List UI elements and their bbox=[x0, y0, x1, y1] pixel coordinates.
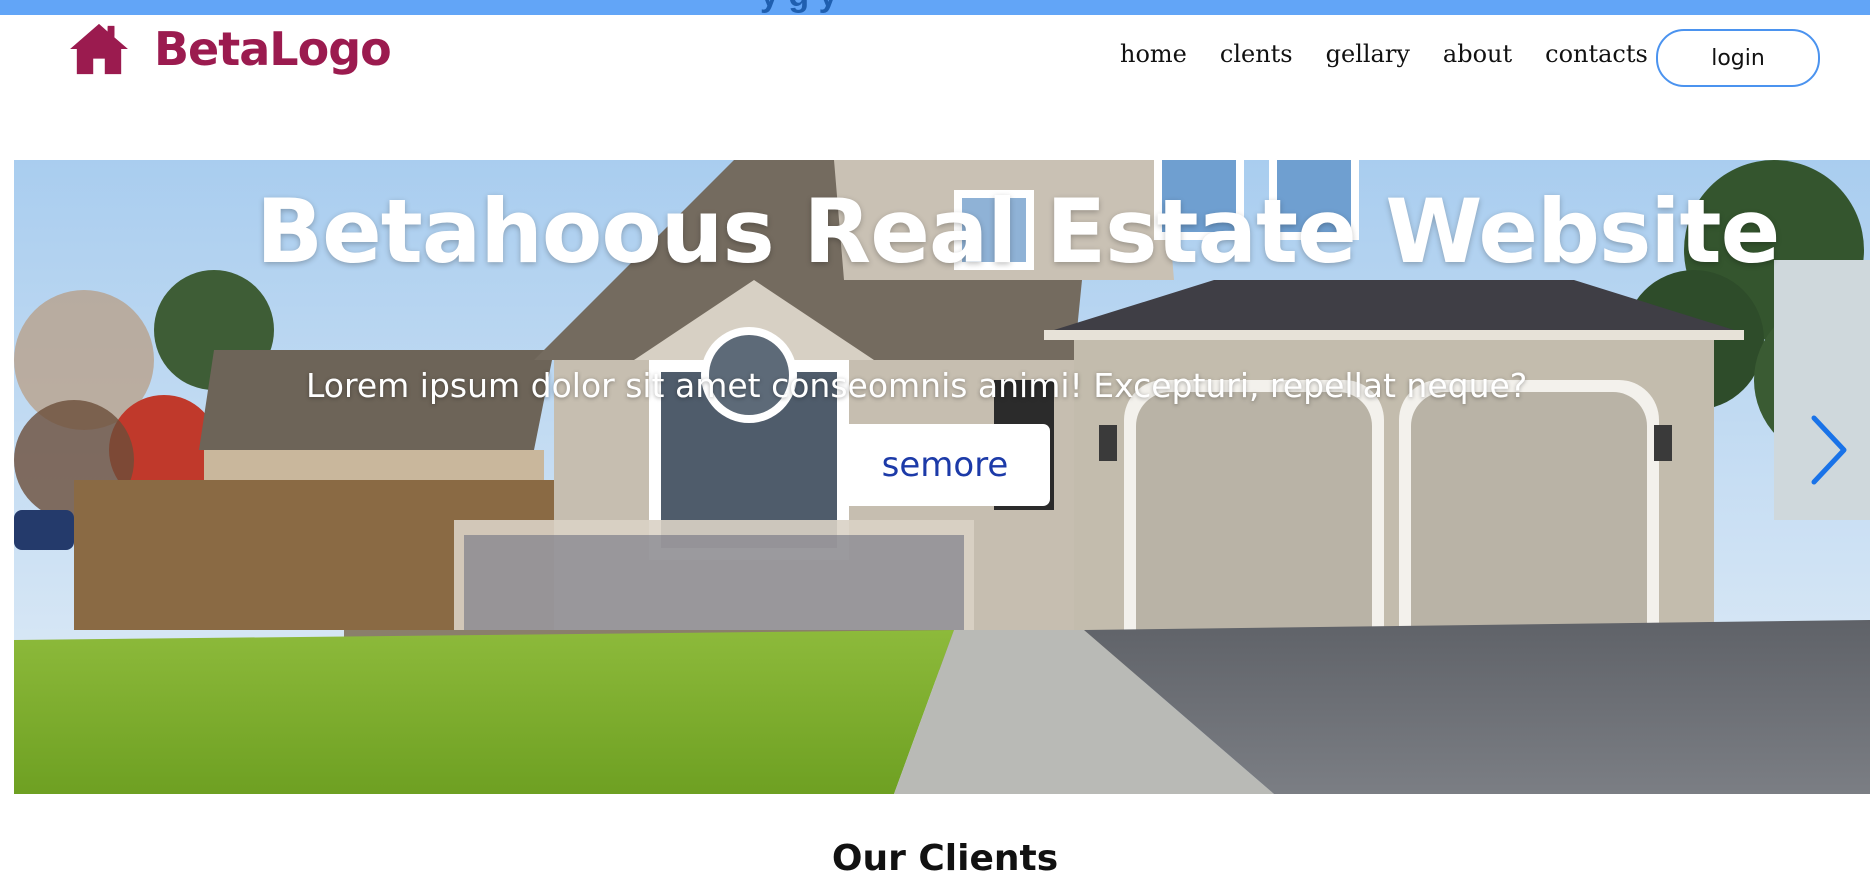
navbar: BetaLogo home clents gellary about conta… bbox=[0, 15, 1870, 125]
nav-link-gallery[interactable]: gellary bbox=[1326, 40, 1410, 68]
main-nav: home clents gellary about contacts bbox=[1120, 29, 1648, 79]
nav-link-about[interactable]: about bbox=[1443, 40, 1512, 68]
hero-carousel: Betahoous Real Estate Website Lorem ipsu… bbox=[14, 160, 1870, 794]
hero-title: Betahoous Real Estate Website bbox=[256, 180, 1780, 283]
clients-section-title: Our Clients bbox=[831, 838, 1059, 879]
nav-link-home[interactable]: home bbox=[1120, 40, 1187, 68]
nav-link-clients[interactable]: clents bbox=[1220, 40, 1293, 68]
top-banner-text-fragment: y g y bbox=[760, 0, 837, 15]
carousel-next-button[interactable] bbox=[1804, 410, 1854, 490]
home-icon bbox=[70, 23, 128, 75]
hero-subtitle: Lorem ipsum dolor sit amet conseomnis an… bbox=[306, 366, 1528, 405]
see-more-button[interactable]: semore bbox=[840, 424, 1050, 506]
top-banner-strip: y g y bbox=[0, 0, 1870, 15]
brand-name: BetaLogo bbox=[154, 22, 392, 76]
login-button[interactable]: login bbox=[1656, 29, 1820, 87]
brand[interactable]: BetaLogo bbox=[68, 19, 392, 79]
nav-link-contacts[interactable]: contacts bbox=[1545, 40, 1648, 68]
chevron-right-icon bbox=[1811, 415, 1847, 485]
